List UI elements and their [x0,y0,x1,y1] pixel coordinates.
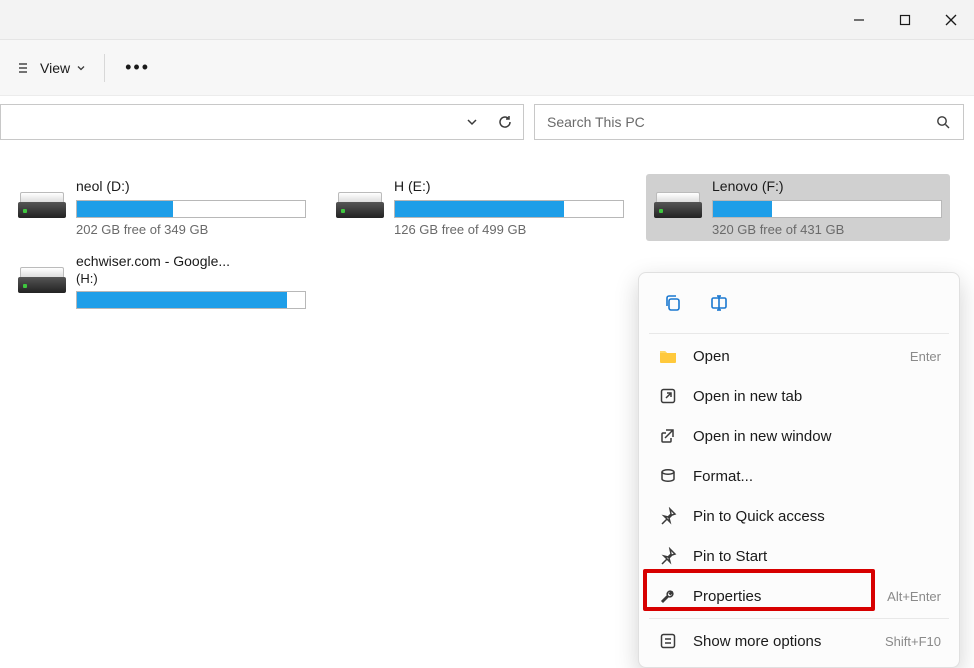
address-search-row: Search This PC [0,96,974,148]
ctx-label: Open in new tab [693,388,802,405]
drive-free-text: 202 GB free of 349 GB [76,222,306,237]
ctx-label: Show more options [693,633,821,650]
format-icon [657,467,679,485]
new-tab-icon [657,387,679,405]
ctx-label: Open [693,348,730,365]
drive-icon [654,182,702,218]
more-icon [657,632,679,650]
ctx-label: Pin to Start [693,548,767,565]
command-bar: View ••• [0,40,974,96]
ctx-label: Pin to Quick access [693,508,825,525]
ctx-shortcut: Shift+F10 [885,634,941,649]
search-input[interactable]: Search This PC [534,104,964,140]
drive-free-text: 126 GB free of 499 GB [394,222,624,237]
refresh-icon[interactable] [497,114,513,130]
menu-separator [649,333,949,334]
address-bar[interactable] [0,104,524,140]
pin-icon [657,547,679,565]
drive-icon [336,182,384,218]
pin-icon [657,507,679,525]
chevron-down-icon[interactable] [465,115,479,129]
drive-icon [18,257,66,293]
close-button[interactable] [928,0,974,40]
drive-item[interactable]: neol (D:) 202 GB free of 349 GB [10,174,314,241]
maximize-button[interactable] [882,0,928,40]
ctx-shortcut: Enter [910,349,941,364]
drive-label: echwiser.com - Google... [76,253,306,269]
rename-icon-button[interactable] [699,285,739,321]
drive-capacity-bar [76,291,306,309]
drive-free-text: 320 GB free of 431 GB [712,222,942,237]
context-menu: Open Enter Open in new tab Open in new w… [638,272,960,668]
dots-icon: ••• [125,57,150,78]
drive-item[interactable]: echwiser.com - Google... (H:) [10,249,314,317]
ctx-show-more[interactable]: Show more options Shift+F10 [645,621,953,661]
search-icon [936,115,951,130]
drive-capacity-bar [712,200,942,218]
drive-item-selected[interactable]: Lenovo (F:) 320 GB free of 431 GB [646,174,950,241]
more-options-button[interactable]: ••• [111,50,164,86]
title-bar [0,0,974,40]
drive-label: Lenovo (F:) [712,178,942,194]
drive-icon [18,182,66,218]
drive-item[interactable]: H (E:) 126 GB free of 499 GB [328,174,632,241]
ctx-open[interactable]: Open Enter [645,336,953,376]
ctx-open-new-tab[interactable]: Open in new tab [645,376,953,416]
drive-capacity-bar [394,200,624,218]
drive-label: H (E:) [394,178,624,194]
minimize-button[interactable] [836,0,882,40]
menu-separator [649,618,949,619]
ctx-label: Format... [693,468,753,485]
ctx-format[interactable]: Format... [645,456,953,496]
ctx-pin-quick-access[interactable]: Pin to Quick access [645,496,953,536]
drive-sublabel: (H:) [76,271,306,286]
drive-capacity-bar [76,200,306,218]
drive-label: neol (D:) [76,178,306,194]
search-placeholder: Search This PC [547,114,645,130]
new-window-icon [657,427,679,445]
view-menu-button[interactable]: View [6,50,98,86]
copy-icon-button[interactable] [653,285,693,321]
toolbar-separator [104,54,105,82]
folder-icon [657,346,679,366]
ctx-label: Open in new window [693,428,831,445]
properties-highlight [643,569,875,611]
ctx-shortcut: Alt+Enter [887,589,941,604]
ctx-open-new-window[interactable]: Open in new window [645,416,953,456]
view-label: View [40,60,70,76]
